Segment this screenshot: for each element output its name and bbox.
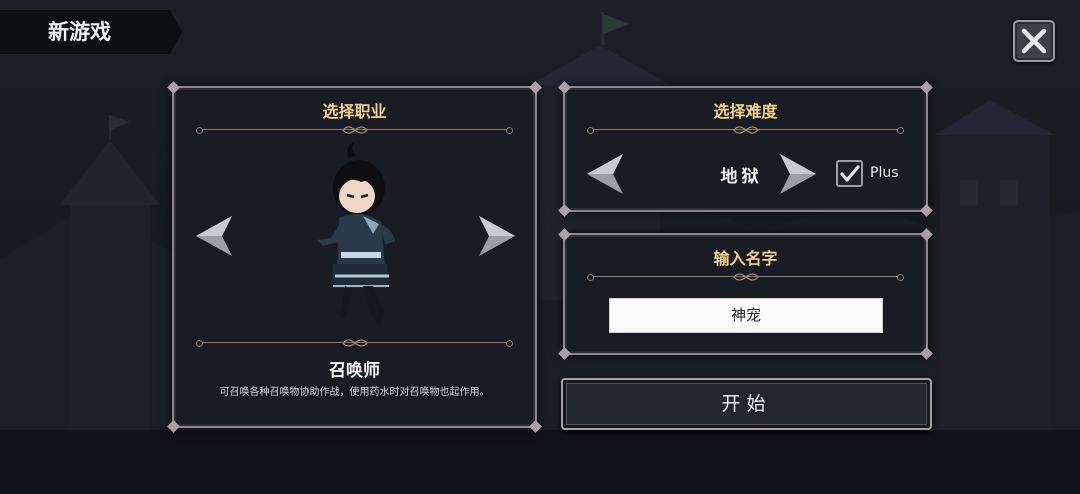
heading-divider xyxy=(587,271,904,283)
name-input[interactable]: 神宠 xyxy=(609,298,883,333)
heading-divider xyxy=(196,124,513,136)
close-icon xyxy=(1021,28,1047,54)
class-select-panel: 选择职业 召唤师 可召唤各种召唤物协助作战，使用药水时对召唤物也起作用。 xyxy=(167,81,542,433)
class-panel-heading: 选择职业 xyxy=(322,102,387,121)
heading-divider xyxy=(587,124,904,136)
plus-checkbox[interactable] xyxy=(836,160,863,187)
close-button[interactable] xyxy=(1013,20,1055,62)
class-description: 可召唤各种召唤物协助作战，使用药水时对召唤物也起作用。 xyxy=(219,387,490,398)
description-divider xyxy=(196,337,513,349)
checkmark-icon xyxy=(840,165,860,182)
name-heading: 输入名字 xyxy=(713,249,778,268)
summoner-character-portrait xyxy=(317,142,395,324)
next-class-arrow-icon[interactable] xyxy=(477,214,517,258)
difficulty-heading: 选择难度 xyxy=(713,102,778,121)
next-difficulty-arrow-icon[interactable] xyxy=(778,152,818,196)
page-title: 新游戏 xyxy=(0,10,182,54)
name-panel: 输入名字 神宠 xyxy=(558,228,933,360)
difficulty-panel: 选择难度 地狱 Plus xyxy=(558,81,933,217)
plus-label: Plus xyxy=(870,165,899,181)
prev-class-arrow-icon[interactable] xyxy=(194,214,234,258)
class-name: 召唤师 xyxy=(329,361,380,381)
start-button[interactable]: 开始 xyxy=(561,378,932,430)
